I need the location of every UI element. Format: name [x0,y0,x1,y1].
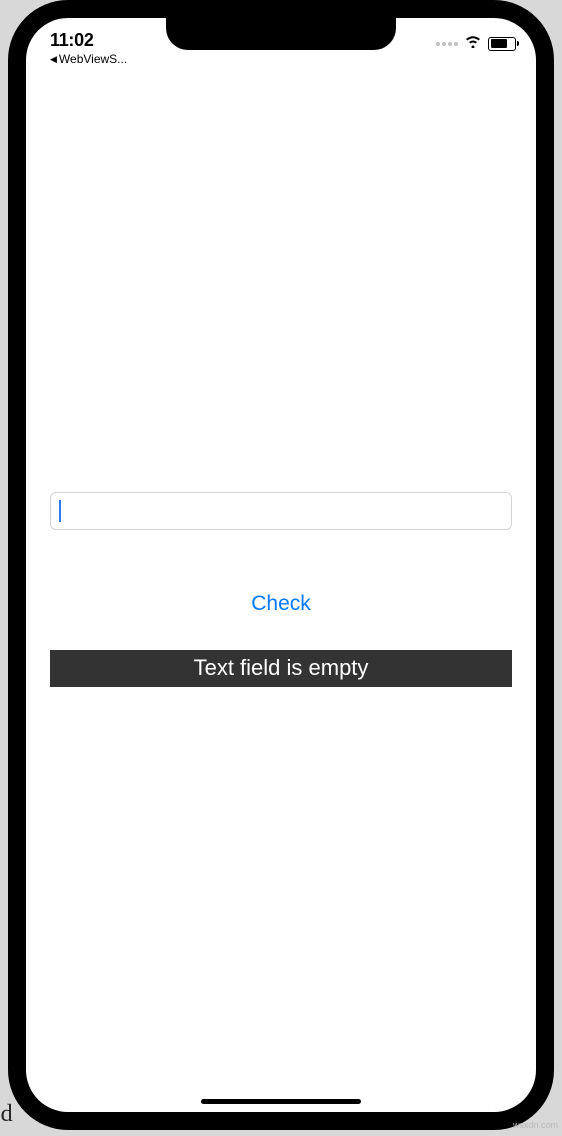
watermark: wsxdn.com [513,1120,558,1130]
result-label: Text field is empty [50,650,512,687]
screen: 11:02 WebViewS... [26,18,536,1112]
back-app-label: WebViewS... [59,52,127,66]
status-bar-left: 11:02 WebViewS... [50,30,127,66]
status-time: 11:02 [50,30,94,51]
text-cursor [59,500,61,522]
app-content: Check Text field is empty [26,18,536,1112]
home-indicator[interactable] [201,1099,361,1104]
battery-icon [488,37,516,51]
text-input[interactable] [50,492,512,530]
notch [166,18,396,50]
device-frame: 11:02 WebViewS... [8,0,554,1130]
signal-dots-icon [436,42,458,46]
back-to-app-button[interactable]: WebViewS... [50,52,127,66]
check-button[interactable]: Check [26,592,536,616]
wifi-icon [464,34,482,53]
background-text: ed [0,1101,13,1128]
status-bar-right [436,34,516,53]
